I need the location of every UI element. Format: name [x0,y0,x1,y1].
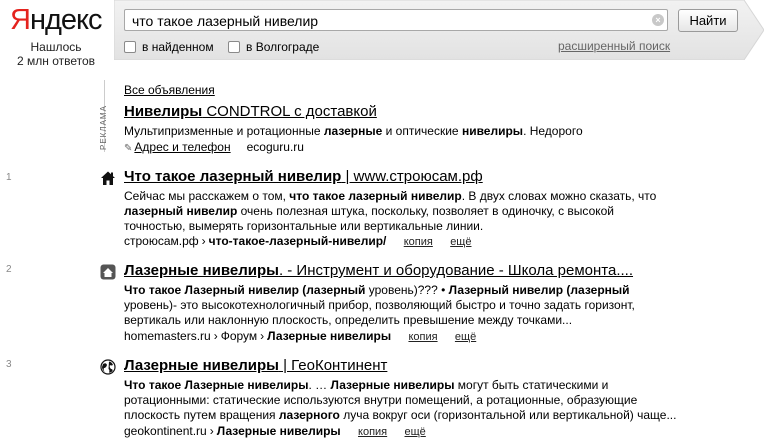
option-in-found[interactable]: в найденном [124,40,214,54]
title-rest: | www.строюсам.рф [341,168,483,185]
checkbox-icon[interactable] [124,41,136,53]
snip-text: плоскость путем вращения [124,408,279,422]
ad-domain[interactable]: ecoguru.ru [247,140,304,154]
result-number: 1 [6,172,12,183]
title-rest: . - Инструмент и оборудование - Школа ре… [278,262,634,279]
ad-title-link[interactable]: Нивелиры CONDTROL с доставкой [124,103,377,120]
result-url: строюсам.рф › что-такое-лазерный-нивелир/ … [124,234,471,248]
snip-bold: лазерные [323,124,383,138]
snip-text: Сейчас мы расскажем о том, [124,189,290,203]
snippet-line: Что такое Лазерные нивелиры. … Лазерные … [124,378,714,393]
copy-link[interactable]: копия [404,236,433,248]
ad-snippet: Мультипризменные и ротационные лазерные … [124,124,583,138]
snip-text: . Недорого [523,124,583,138]
copy-link[interactable]: копия [408,331,437,343]
snip-text: . … [308,378,331,392]
url-host[interactable]: geokontinent.ru [124,424,207,438]
snip-bold: Что такое Лазерный нивелир (лазерный [124,283,366,297]
search-input[interactable] [124,9,668,31]
ad-title-bold: Нивелиры [124,103,203,120]
result-title-link[interactable]: Лазерные нивелиры | ГеоКонтинент [124,357,387,374]
site-favicon [100,264,116,280]
snippet-line: вертикаль или наклонную плоскость, опред… [124,313,714,328]
copy-link[interactable]: копия [358,426,387,438]
title-rest: | ГеоКонтинент [278,357,388,374]
result-snippet: Что такое Лазерные нивелиры. … Лазерные … [124,378,714,423]
snip-bold: Что такое Лазерные нивелиры [124,378,309,392]
option-region[interactable]: в Волгограде [228,40,319,54]
snip-text: луча вокруг оси (горизонтальной или верт… [339,408,677,422]
snip-bold: Лазерные нивелиры [330,378,455,392]
result-title-link[interactable]: Лазерные нивелиры. - Инструмент и оборуд… [124,262,633,279]
snip-text: ротационными: статические используются в… [124,393,638,407]
all-ads-link[interactable]: Все объявления [124,83,215,97]
snip-bold: нивелиры [461,124,524,138]
ad-title-rest: CONDTROL с доставкой [202,103,377,120]
snippet-line: ротационными: статические используются в… [124,393,714,408]
snippet-line: точностью, вымерять горизонтальные или в… [124,219,714,234]
more-link[interactable]: ещё [450,236,471,248]
advanced-search-link[interactable]: расширенный поиск [558,39,670,53]
logo-letter: Я [10,4,31,36]
ad-contacts: ✎ Адрес и телефон ecoguru.ru [124,140,304,154]
results-count: Нашлось 2 млн ответов [4,40,108,68]
url-host[interactable]: homemasters.ru [124,329,211,343]
checkbox-icon[interactable] [228,41,240,53]
snip-text: могут быть статическими и [454,378,609,392]
snip-text: вертикаль или наклонную плоскость, опред… [124,313,573,327]
option-in-found-label: в найденном [142,40,214,54]
logo-rest: ндекс [29,4,103,36]
url-path[interactable]: Лазерные нивелиры [267,329,391,343]
find-button[interactable]: Найти [678,9,738,32]
pin-icon: ✎ [124,143,133,154]
snip-bold: Лазерный нивелир (лазерный [448,283,630,297]
snip-bold: лазерного [278,408,340,422]
result-url: geokontinent.ru › Лазерные нивелиры копия … [124,424,426,438]
contacts-link[interactable]: Адрес и телефон [134,140,230,154]
snip-bold: что такое лазерный нивелир [289,189,462,203]
snip-text: Мультипризменные и ротационные [124,124,324,138]
url-separator: › [209,424,214,438]
result-number: 2 [6,264,12,275]
more-link[interactable]: ещё [455,331,476,343]
clear-icon[interactable]: × [652,14,664,26]
globe-icon [100,359,116,375]
result-snippet: Что такое Лазерный нивелир (лазерный уро… [124,283,714,328]
snip-text: уровень)??? • [365,283,449,297]
ad-label: РЕКЛАМА [99,105,108,150]
snip-bold: лазерный нивелир [124,204,238,218]
title-bold: Что такое лазерный нивелир [124,168,342,185]
house-icon [101,171,115,185]
yandex-logo[interactable]: Яндекс [10,4,103,37]
url-host[interactable]: строюсам.рф [124,234,199,248]
snip-text: точностью, вымерять горизонтальные или в… [124,219,484,233]
snippet-line: Сейчас мы расскажем о том, что такое лаз… [124,189,714,204]
result-url: homemasters.ru › Форум › Лазерные нивелиры к… [124,329,476,343]
title-bold: Лазерные нивелиры [124,357,279,374]
snippet-line: лазерный нивелир очень полезная штука, п… [124,204,714,219]
snip-text: уровень)- это высокотехнологичный прибор… [124,298,635,312]
more-link[interactable]: ещё [405,426,426,438]
result-number: 3 [6,359,12,370]
url-separator: › [213,329,218,343]
snip-text: очень полезная штука, поскольку, позволя… [237,204,614,218]
found-count: 2 млн ответов [16,54,96,68]
title-bold: Лазерные нивелиры [124,262,279,279]
url-separator: › [201,234,206,248]
url-path[interactable]: Лазерные нивелиры [217,424,341,438]
snippet-line: уровень)- это высокотехнологичный прибор… [124,298,714,313]
url-separator: › [260,329,265,343]
snippet-line: плоскость путем вращения лазерного луча … [124,408,714,423]
url-section[interactable]: Форум [221,329,257,343]
result-title-link[interactable]: Что такое лазерный нивелир | www.строюса… [124,168,483,185]
ad-contacts-item[interactable]: ✎ Адрес и телефон [124,140,231,154]
snippet-line: Что такое Лазерный нивелир (лазерный уро… [124,283,714,298]
option-region-label: в Волгограде [246,40,320,54]
found-label: Нашлось [30,40,82,54]
url-path[interactable]: что-такое-лазерный-нивелир/ [209,234,387,248]
snip-text: и оптические [382,124,462,138]
snip-text: . В двух словах можно сказать, что [461,189,657,203]
result-snippet: Сейчас мы расскажем о том, что такое лаз… [124,189,714,234]
